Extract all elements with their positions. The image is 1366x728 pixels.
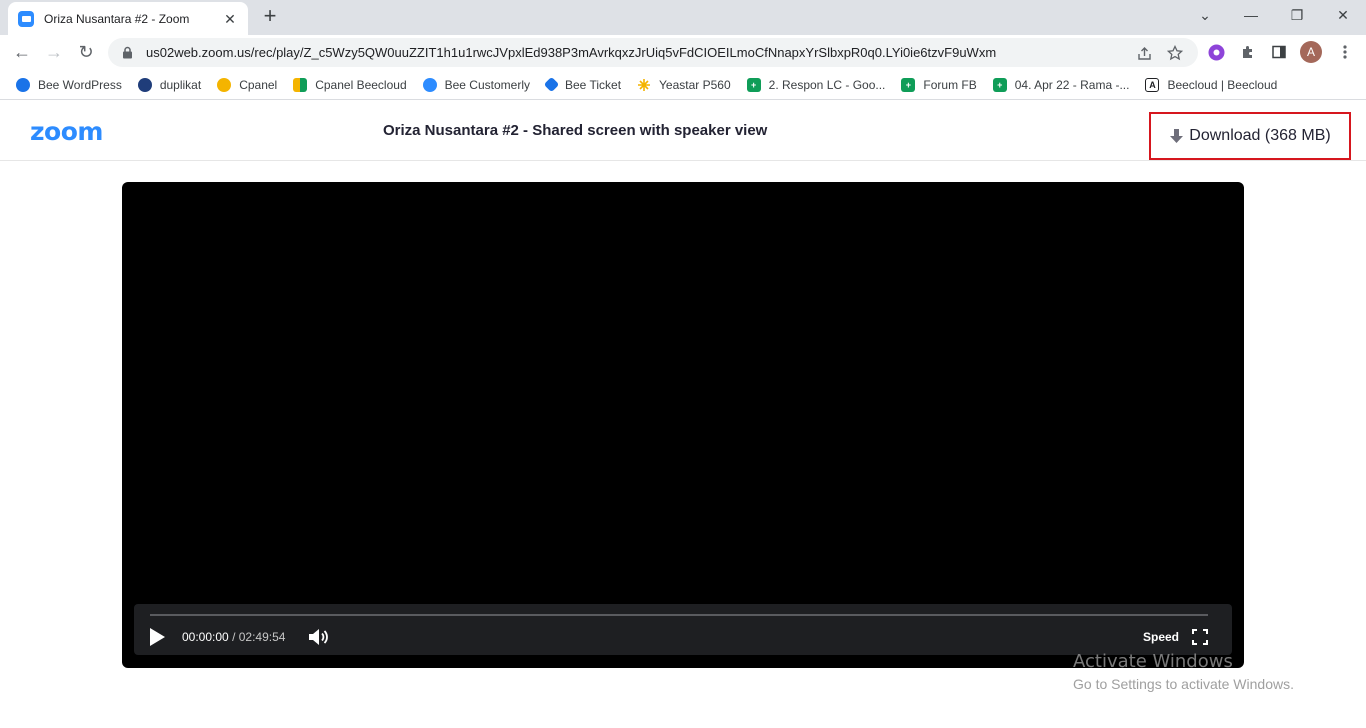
bookmark-item[interactable]: Cpanel Beecloud [287, 73, 412, 97]
bookmark-item[interactable]: +2. Respon LC - Goo... [741, 73, 892, 97]
tab-close-icon[interactable]: ✕ [222, 11, 238, 27]
browser-tab-strip: Oriza Nusantara #2 - Zoom ✕ + ⌄ — ❐ ✕ [0, 0, 1366, 35]
extensions-puzzle-icon[interactable] [1239, 43, 1257, 61]
window-close-button[interactable]: ✕ [1320, 0, 1366, 30]
bookmark-item[interactable]: Bee Ticket [540, 73, 627, 97]
bookmark-item[interactable]: +04. Apr 22 - Rama -... [987, 73, 1136, 97]
restore-button[interactable]: ❐ [1274, 0, 1320, 30]
browser-tab[interactable]: Oriza Nusantara #2 - Zoom ✕ [8, 2, 248, 35]
address-bar[interactable]: us02web.zoom.us/rec/play/Z_c5Wzy5QW0uuZZ… [108, 38, 1198, 67]
tab-title: Oriza Nusantara #2 - Zoom [44, 11, 190, 26]
bookmark-item[interactable]: Yeastar P560 [631, 73, 737, 97]
menu-kebab-icon[interactable] [1336, 43, 1354, 61]
recording-title: Oriza Nusantara #2 - Shared screen with … [383, 122, 768, 139]
bee-icon [16, 77, 30, 92]
time-display: 00:00:00 / 02:49:54 [182, 630, 285, 644]
bookmark-item[interactable]: Bee Customerly [417, 73, 536, 97]
lock-icon[interactable] [120, 46, 134, 60]
profile-avatar[interactable]: A [1300, 41, 1322, 63]
cpanel-icon [217, 77, 232, 92]
download-button[interactable]: Download (368 MB) [1149, 112, 1351, 160]
volume-icon[interactable] [307, 627, 331, 647]
sheets-icon: + [992, 77, 1007, 92]
watermark-line2: Go to Settings to activate Windows. [1073, 676, 1294, 692]
reload-button[interactable]: ↻ [72, 38, 100, 66]
sheets-icon: + [746, 77, 761, 92]
video-player[interactable]: 00:00:00 / 02:49:54 Speed [122, 182, 1244, 668]
bookmarks-bar: Bee WordPress duplikat Cpanel Cpanel Bee… [0, 70, 1366, 100]
bookmark-item[interactable]: A Beecloud | Beecloud [1139, 73, 1283, 97]
play-icon[interactable] [148, 627, 166, 647]
browser-toolbar: ← → ↻ us02web.zoom.us/rec/play/Z_c5Wzy5Q… [0, 35, 1366, 70]
bookmark-item[interactable]: Cpanel [211, 73, 283, 97]
zoom-header: zoom Oriza Nusantara #2 - Shared screen … [0, 101, 1366, 161]
bee-icon [137, 77, 152, 92]
fullscreen-icon[interactable] [1191, 628, 1209, 646]
windows-icon [293, 77, 308, 92]
time-separator: / [232, 630, 236, 644]
yeastar-icon [637, 78, 651, 92]
new-tab-button[interactable]: + [258, 5, 282, 29]
watermark-line1: Activate Windows [1073, 651, 1233, 672]
speed-button[interactable]: Speed [1143, 630, 1179, 644]
extension-icon[interactable] [1207, 43, 1225, 61]
tab-search-chevron-icon[interactable]: ⌄ [1182, 0, 1228, 30]
forward-button[interactable]: → [40, 38, 68, 66]
bookmark-star-icon[interactable] [1166, 44, 1184, 62]
zoom-icon [18, 10, 34, 27]
zoom-logo[interactable]: zoom [30, 117, 103, 146]
side-panel-icon[interactable] [1270, 43, 1288, 61]
minimize-button[interactable]: — [1228, 0, 1274, 30]
activate-windows-watermark: Activate Windows Go to Settings to activ… [1073, 651, 1294, 692]
bookmark-item[interactable]: duplikat [132, 73, 207, 97]
duration: 02:49:54 [238, 630, 286, 644]
url-text[interactable]: us02web.zoom.us/rec/play/Z_c5Wzy5QW0uuZZ… [146, 45, 996, 60]
progress-bar[interactable] [150, 614, 1208, 616]
download-label: Download (368 MB) [1189, 127, 1331, 144]
a-letter-icon: A [1145, 77, 1160, 92]
current-time: 00:00:00 [182, 630, 229, 644]
player-controls: 00:00:00 / 02:49:54 Speed [134, 604, 1232, 655]
share-icon[interactable] [1135, 44, 1153, 62]
sheets-icon: + [901, 77, 916, 92]
bookmark-item[interactable]: + Forum FB [895, 73, 982, 97]
customerly-icon [422, 77, 437, 92]
download-arrow-icon [1169, 128, 1183, 144]
bookmark-item[interactable]: Bee WordPress [10, 73, 128, 97]
ticket-icon [543, 76, 560, 93]
back-button[interactable]: ← [8, 38, 36, 66]
